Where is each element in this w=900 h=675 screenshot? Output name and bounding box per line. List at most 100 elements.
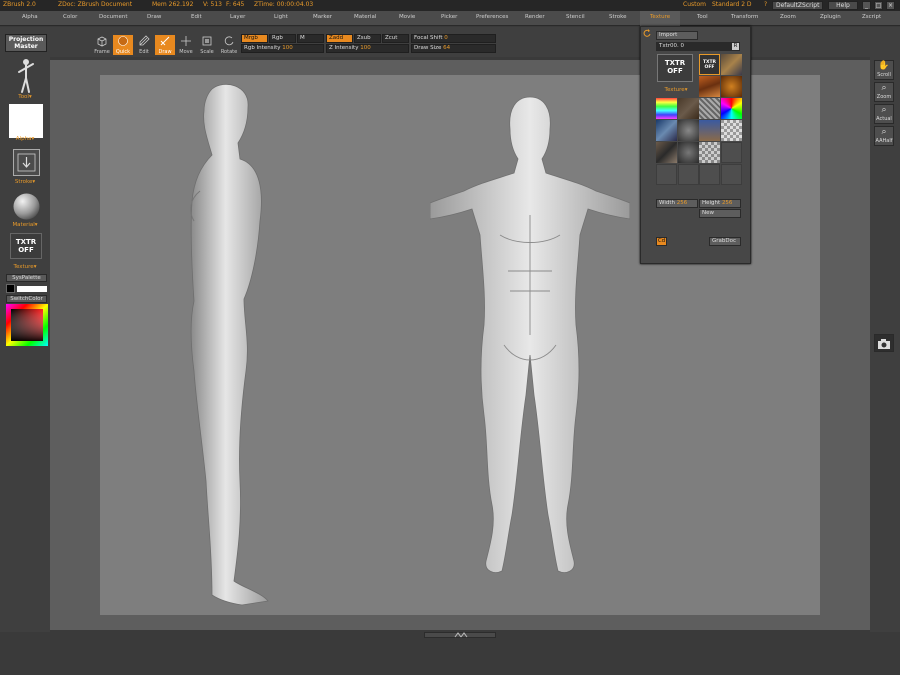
frame-tool[interactable]: Frame bbox=[92, 35, 112, 55]
menu-render[interactable]: Render bbox=[525, 14, 545, 20]
menu-marker[interactable]: Marker bbox=[313, 14, 332, 20]
texture-thumb-checker-2[interactable] bbox=[699, 142, 720, 163]
menu-alpha[interactable]: Alpha bbox=[22, 14, 38, 20]
projection-master-button[interactable]: Projection Master bbox=[5, 34, 47, 52]
texture-thumb-rock[interactable] bbox=[721, 54, 742, 75]
texture-thumb-rainbow[interactable] bbox=[656, 98, 677, 119]
texture-thumb-checker[interactable] bbox=[721, 120, 742, 141]
help-button[interactable]: Help bbox=[828, 1, 858, 10]
texture-thumb-bark[interactable] bbox=[678, 98, 699, 119]
texture-name-field[interactable]: Txtr00. 0 bbox=[656, 42, 735, 51]
texture-thumb-water[interactable] bbox=[656, 120, 677, 141]
menu-movie[interactable]: Movie bbox=[399, 14, 415, 20]
menu-zscript[interactable]: Zscript bbox=[862, 14, 881, 20]
texture-slot-empty[interactable] bbox=[656, 164, 677, 185]
quick-tool[interactable]: Quick bbox=[113, 35, 133, 55]
menu-draw[interactable]: Draw bbox=[147, 14, 161, 20]
zcut-toggle[interactable]: Zcut bbox=[382, 34, 409, 43]
stroke-preview[interactable] bbox=[13, 149, 40, 176]
color-picker[interactable] bbox=[6, 304, 48, 346]
zadd-toggle[interactable]: Zadd bbox=[326, 34, 353, 43]
menu-transform[interactable]: Transform bbox=[731, 14, 758, 20]
import-button[interactable]: Import bbox=[656, 31, 698, 40]
default-zscript-button[interactable]: DefaultZScript bbox=[772, 1, 824, 10]
texture-thumb-gravel[interactable] bbox=[656, 142, 677, 163]
material-sphere-icon[interactable] bbox=[12, 192, 41, 221]
palette-texture-label[interactable]: Texture bbox=[656, 87, 696, 93]
menu-edit[interactable]: Edit bbox=[191, 14, 202, 20]
texture-thumb-landscape[interactable] bbox=[699, 120, 720, 141]
secondary-color-swatch[interactable] bbox=[17, 286, 47, 292]
menu-material[interactable]: Material bbox=[354, 14, 376, 20]
texture-slot-empty[interactable] bbox=[678, 164, 699, 185]
scroll-button[interactable]: ✋ Scroll bbox=[874, 60, 894, 80]
standard-layout-button[interactable]: Standard 2 D bbox=[712, 1, 752, 8]
menu-texture[interactable]: Texture bbox=[650, 14, 670, 20]
menu-stencil[interactable]: Stencil bbox=[566, 14, 585, 20]
question-button[interactable]: ? bbox=[764, 1, 767, 8]
alpha-label[interactable]: Alpha bbox=[0, 136, 50, 142]
actual-label: Actual bbox=[876, 116, 892, 122]
m-toggle[interactable]: M bbox=[297, 34, 324, 43]
texture-slot-empty[interactable] bbox=[699, 164, 720, 185]
menu-zplugin[interactable]: Zplugin bbox=[820, 14, 841, 20]
switchcolor-button[interactable]: SwitchColor bbox=[6, 295, 47, 303]
cd-toggle[interactable]: Cd bbox=[656, 237, 667, 246]
texture-thumb-rust[interactable] bbox=[699, 76, 720, 97]
tool-figure-icon[interactable] bbox=[16, 58, 36, 94]
minimize-icon[interactable]: _ bbox=[862, 1, 871, 10]
actual-button[interactable]: ⌕ Actual bbox=[874, 104, 894, 124]
edit-tool[interactable]: Edit bbox=[134, 35, 154, 55]
new-texture-button[interactable]: New bbox=[699, 209, 741, 218]
maximize-icon[interactable]: □ bbox=[874, 1, 883, 10]
move-tool[interactable]: Move bbox=[176, 35, 196, 55]
texture-off-thumb[interactable]: TXTR OFF bbox=[699, 54, 720, 75]
aahalf-button[interactable]: ⌕ AAHalf bbox=[874, 126, 894, 146]
close-icon[interactable]: × bbox=[886, 1, 895, 10]
menu-picker[interactable]: Picker bbox=[441, 14, 457, 20]
texture-off-button[interactable]: TXTR OFF bbox=[10, 233, 42, 259]
mrgb-toggle[interactable]: Mrgb bbox=[241, 34, 268, 43]
height-slider[interactable]: Height 256 bbox=[699, 199, 741, 208]
grabdoc-button[interactable]: GrabDoc bbox=[709, 237, 741, 246]
menu-stroke[interactable]: Stroke bbox=[609, 14, 627, 20]
custom-layout-button[interactable]: Custom bbox=[683, 1, 706, 8]
camera-button[interactable] bbox=[874, 334, 894, 352]
menu-zoom[interactable]: Zoom bbox=[780, 14, 796, 20]
draw-size-slider[interactable]: Draw Size 64 bbox=[411, 44, 496, 53]
syspalette-button[interactable]: SysPalette bbox=[6, 274, 47, 282]
scale-tool[interactable]: Scale bbox=[197, 35, 217, 55]
width-slider[interactable]: Width 256 bbox=[656, 199, 698, 208]
menu-tool[interactable]: Tool bbox=[697, 14, 708, 20]
texture-slot-empty[interactable] bbox=[721, 142, 742, 163]
texture-label[interactable]: Texture bbox=[0, 264, 50, 270]
rgb-intensity-slider[interactable]: Rgb Intensity 100 bbox=[241, 44, 324, 53]
draw-tool[interactable]: Draw bbox=[155, 35, 175, 55]
menu-color[interactable]: Color bbox=[63, 14, 77, 20]
menu-light[interactable]: Light bbox=[274, 14, 288, 20]
texture-thumb-noise[interactable] bbox=[699, 98, 720, 119]
zsub-toggle[interactable]: Zsub bbox=[354, 34, 381, 43]
z-intensity-slider[interactable]: Z Intensity 100 bbox=[326, 44, 409, 53]
rotate-tool[interactable]: Rotate bbox=[219, 35, 239, 55]
stroke-label[interactable]: Stroke bbox=[0, 179, 50, 185]
alpha-preview[interactable] bbox=[9, 104, 43, 138]
texture-thumb-spectrum[interactable] bbox=[721, 98, 742, 119]
texture-thumb-fire[interactable] bbox=[721, 76, 742, 97]
menu-document[interactable]: Document bbox=[99, 14, 128, 20]
texture-slot-empty[interactable] bbox=[721, 164, 742, 185]
tool-label[interactable]: Tool bbox=[0, 94, 50, 100]
rgb-toggle[interactable]: Rgb bbox=[269, 34, 296, 43]
texture-big-preview[interactable]: TXTR OFF bbox=[657, 54, 693, 82]
refresh-icon[interactable] bbox=[643, 29, 651, 37]
focal-shift-slider[interactable]: Focal Shift 0 bbox=[411, 34, 496, 43]
texture-thumb-granite[interactable] bbox=[678, 142, 699, 163]
material-label[interactable]: Material bbox=[0, 222, 50, 228]
r-button[interactable]: R bbox=[731, 42, 740, 51]
zoom-button[interactable]: ⌕ Zoom bbox=[874, 82, 894, 102]
primary-color-swatch[interactable] bbox=[6, 284, 15, 293]
menu-layer[interactable]: Layer bbox=[230, 14, 245, 20]
menu-preferences[interactable]: Preferences bbox=[476, 14, 508, 20]
texture-thumb-stone[interactable] bbox=[678, 120, 699, 141]
bottom-tray-handle[interactable] bbox=[424, 632, 496, 638]
